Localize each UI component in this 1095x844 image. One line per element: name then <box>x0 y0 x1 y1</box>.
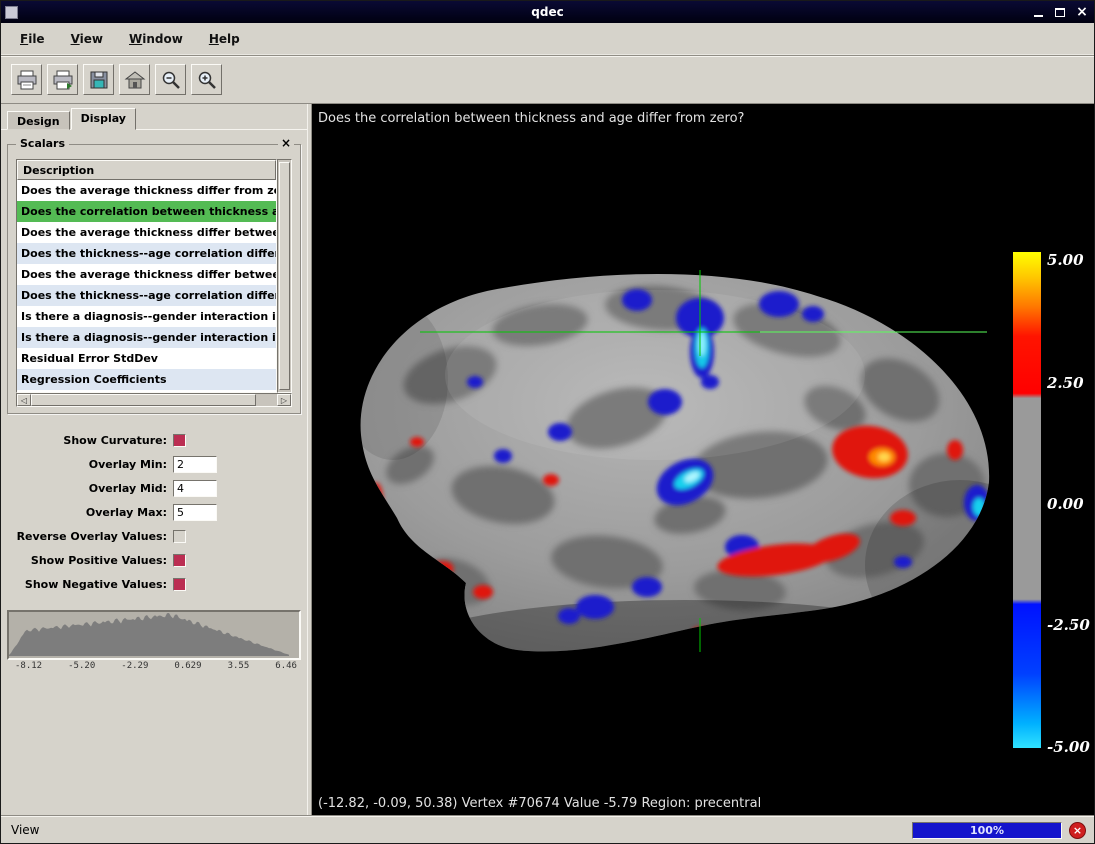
colorbar-label-min: -5.00 <box>1047 738 1090 756</box>
scalars-column-header[interactable]: Description <box>17 160 276 180</box>
show-negative-label: Show Negative Values: <box>1 578 173 591</box>
overlay-max-label: Overlay Max: <box>1 506 173 519</box>
statusbar-mode-label: View <box>1 823 39 837</box>
vertical-scrollbar-thumb[interactable] <box>279 162 290 390</box>
display-panel: Scalars × Description Does the average t… <box>1 129 307 671</box>
scalars-frame-title: Scalars <box>16 137 69 150</box>
menubar: File View Window Help <box>1 23 1094 55</box>
scalars-close-icon[interactable]: × <box>278 136 294 150</box>
overlay-min-label: Overlay Min: <box>1 458 173 471</box>
scalars-list: Description Does the average thickness d… <box>16 159 277 393</box>
scroll-left-arrow-icon[interactable]: ◁ <box>17 394 31 406</box>
axis-tick: 3.55 <box>228 661 250 671</box>
print-button[interactable] <box>11 64 42 95</box>
zoom-out-icon <box>160 69 182 91</box>
brain-surface[interactable] <box>355 260 995 660</box>
print-preview-icon <box>52 69 74 91</box>
axis-tick: -2.29 <box>121 661 148 671</box>
window-menu-icon[interactable] <box>5 6 18 19</box>
show-negative-checkbox[interactable] <box>173 578 186 591</box>
zoom-in-icon <box>196 69 218 91</box>
home-button[interactable] <box>119 64 150 95</box>
titlebar: qdec × <box>1 1 1094 23</box>
tab-design[interactable]: Design <box>7 111 70 130</box>
print-icon <box>16 69 38 91</box>
show-positive-label: Show Positive Values: <box>1 554 173 567</box>
maximize-icon <box>1055 8 1065 17</box>
horizontal-scrollbar-thumb[interactable] <box>31 394 256 406</box>
progress-label: 100% <box>970 824 1004 837</box>
overlay-max-input[interactable] <box>173 504 217 521</box>
scalars-frame: Scalars × Description Does the average t… <box>7 144 301 414</box>
menu-file[interactable]: File <box>11 29 54 49</box>
scalars-row[interactable]: Is there a diagnosis--gender interaction… <box>17 327 276 348</box>
window-title: qdec <box>531 5 563 19</box>
colorbar <box>1013 252 1041 748</box>
menu-view[interactable]: View <box>62 29 112 49</box>
scalars-row[interactable]: Does the average thickness differ from z… <box>17 180 276 201</box>
overlay-mid-label: Overlay Mid: <box>1 482 173 495</box>
histogram-axis: -8.12 -5.20 -2.29 0.629 3.55 6.46 <box>1 660 307 671</box>
minimize-icon <box>1034 15 1043 17</box>
colorbar-label-high: 2.50 <box>1047 374 1084 392</box>
tab-display[interactable]: Display <box>71 108 136 130</box>
progress-fill: 100% <box>913 823 1061 838</box>
scalars-row[interactable]: Does the thickness--age correlation diff… <box>17 285 276 306</box>
histogram-bars <box>9 613 289 656</box>
cancel-icon[interactable]: × <box>1069 822 1086 839</box>
scalars-row[interactable]: Residual Error StdDev <box>17 348 276 369</box>
scalars-row[interactable]: Does the average thickness differ betwee… <box>17 222 276 243</box>
colorbar-label-low: -2.50 <box>1047 616 1090 634</box>
axis-tick: 6.46 <box>275 661 297 671</box>
axis-tick: -8.12 <box>15 661 42 671</box>
scalars-row[interactable]: Is there a diagnosis--gender interaction… <box>17 306 276 327</box>
overlay-min-input[interactable] <box>173 456 217 473</box>
statusbar: View 100% × <box>1 815 1094 843</box>
show-positive-checkbox[interactable] <box>173 554 186 567</box>
menu-window[interactable]: Window <box>120 29 192 49</box>
menu-help[interactable]: Help <box>200 29 249 49</box>
main-area: Design Display Scalars × Description Doe… <box>1 103 1094 817</box>
viewer-question-text: Does the correlation between thickness a… <box>318 111 744 126</box>
maximize-button[interactable] <box>1052 5 1068 20</box>
control-panel: Design Display Scalars × Description Doe… <box>1 104 307 817</box>
toolbar <box>1 55 1094 103</box>
histogram <box>7 610 301 660</box>
scalars-row[interactable]: Does the thickness--age correlation diff… <box>17 243 276 264</box>
scalars-row[interactable]: Regression Coefficients <box>17 369 276 390</box>
colorbar-label-zero: 0.00 <box>1047 495 1084 513</box>
horizontal-scrollbar[interactable]: ◁ ▷ <box>16 393 292 407</box>
show-curvature-checkbox[interactable] <box>173 434 186 447</box>
scalars-row-selected[interactable]: Does the correlation between thickness a… <box>17 201 276 222</box>
print-preview-button[interactable] <box>47 64 78 95</box>
scroll-right-arrow-icon[interactable]: ▷ <box>277 394 291 406</box>
surface-viewer[interactable]: Does the correlation between thickness a… <box>312 104 1094 817</box>
overlay-controls: Show Curvature: Overlay Min: Overlay Mid… <box>1 428 307 596</box>
save-icon <box>88 69 110 91</box>
horizontal-scrollbar-track[interactable] <box>256 394 277 406</box>
show-curvature-label: Show Curvature: <box>1 434 173 447</box>
axis-tick: 0.629 <box>174 661 201 671</box>
axis-tick: -5.20 <box>68 661 95 671</box>
reverse-overlay-label: Reverse Overlay Values: <box>1 530 173 543</box>
close-button[interactable]: × <box>1074 5 1090 20</box>
panel-tabs: Design Display <box>7 108 307 130</box>
home-icon <box>124 69 146 91</box>
colorbar-label-max: 5.00 <box>1047 251 1084 269</box>
zoom-out-button[interactable] <box>155 64 186 95</box>
scalars-row[interactable]: Does the average thickness differ betwee… <box>17 264 276 285</box>
vertical-scrollbar[interactable] <box>277 159 292 393</box>
reverse-overlay-checkbox[interactable] <box>173 530 186 543</box>
save-button[interactable] <box>83 64 114 95</box>
minimize-button[interactable] <box>1030 5 1046 20</box>
close-icon: × <box>1076 5 1088 19</box>
zoom-in-button[interactable] <box>191 64 222 95</box>
progress-bar: 100% <box>912 822 1062 839</box>
overlay-mid-input[interactable] <box>173 480 217 497</box>
vertex-status-text: (-12.82, -0.09, 50.38) Vertex #70674 Val… <box>318 796 761 811</box>
